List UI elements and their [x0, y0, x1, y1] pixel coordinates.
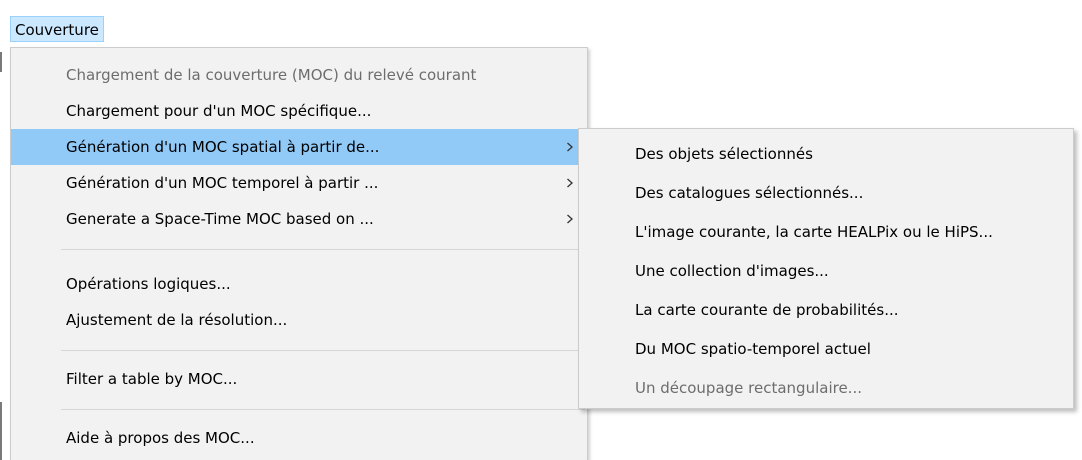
submenu-item-current-image[interactable]: L'image courante, la carte HEALPix ou le… — [579, 214, 1073, 250]
menu-separator — [61, 350, 585, 351]
chevron-right-icon — [563, 201, 577, 237]
spatial-moc-submenu: Des objets sélectionnés Des catalogues s… — [578, 128, 1074, 409]
menu-separator — [61, 409, 585, 410]
menu-item-space-time-moc[interactable]: Generate a Space-Time MOC based on ... — [11, 201, 587, 237]
menu-separator — [61, 249, 585, 250]
menu-item-resolution-adjustment[interactable]: Ajustement de la résolution... — [11, 302, 587, 338]
submenu-item-space-time-moc[interactable]: Du MOC spatio-temporel actuel — [579, 331, 1073, 367]
menu-item-moc-help[interactable]: Aide à propos des MOC... — [11, 420, 587, 456]
window-edge — [0, 52, 2, 72]
submenu-item-image-collection[interactable]: Une collection d'images... — [579, 253, 1073, 289]
submenu-item-rectangular-cut: Un découpage rectangulaire... — [635, 379, 862, 397]
chevron-right-icon — [563, 165, 577, 201]
menu-item-logical-operations[interactable]: Opérations logiques... — [11, 266, 587, 302]
menu-item-load-current-survey-moc: Chargement de la couverture (MOC) du rel… — [66, 66, 477, 84]
menu-item-temporal-moc[interactable]: Génération d'un MOC temporel à partir ..… — [11, 165, 587, 201]
couverture-dropdown-menu: Chargement de la couverture (MOC) du rel… — [10, 47, 588, 460]
submenu-item-selected-catalogs[interactable]: Des catalogues sélectionnés... — [579, 175, 1073, 211]
menu-item-filter-table-by-moc[interactable]: Filter a table by MOC... — [11, 361, 587, 397]
menu-bar: Couverture — [0, 0, 1082, 46]
menu-couverture[interactable]: Couverture — [10, 16, 104, 42]
menu-item-spatial-moc[interactable]: Génération d'un MOC spatial à partir de.… — [11, 129, 587, 165]
window-edge — [0, 402, 2, 460]
chevron-right-icon — [563, 129, 577, 165]
menu-item-load-specific-moc[interactable]: Chargement pour d'un MOC spécifique... — [11, 93, 587, 129]
submenu-item-selected-objects[interactable]: Des objets sélectionnés — [579, 136, 1073, 172]
submenu-item-probability-map[interactable]: La carte courante de probabilités... — [579, 292, 1073, 328]
